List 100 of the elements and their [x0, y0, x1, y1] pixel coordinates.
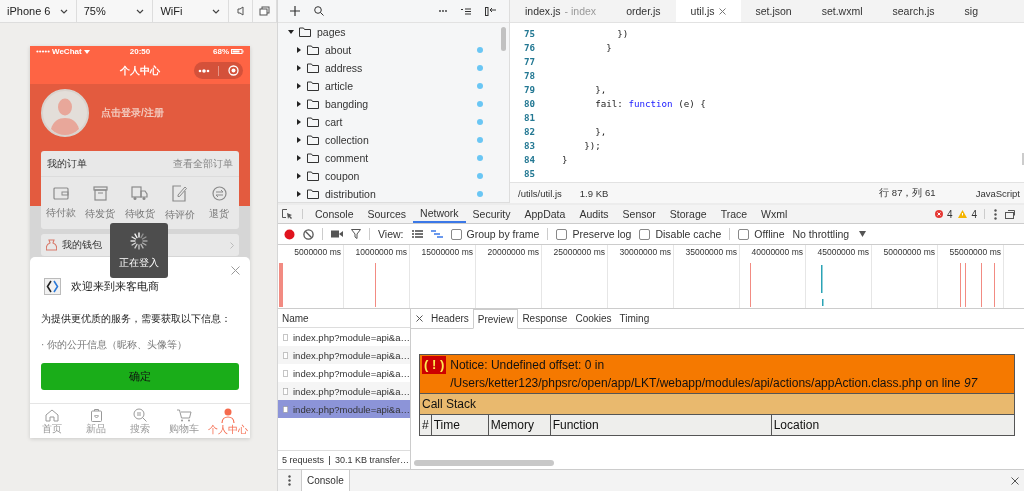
refund-icon[interactable] — [211, 185, 227, 201]
detail-tab[interactable]: Cookies — [571, 309, 616, 328]
checkbox-label[interactable]: Preserve log — [572, 228, 632, 240]
close-icon[interactable] — [416, 315, 423, 322]
devtools-tab[interactable]: Security — [465, 205, 518, 223]
spinner-icon — [130, 231, 148, 250]
request-row[interactable]: index.php?module=api&a… — [278, 328, 410, 346]
detail-tab[interactable]: Preview — [472, 309, 519, 329]
throttling-select[interactable]: No throttling — [792, 228, 867, 240]
drawer-tab[interactable]: Console — [301, 470, 350, 491]
more-icon[interactable] — [198, 68, 211, 73]
devtools-tab[interactable]: AppData — [517, 205, 573, 223]
order-status-label[interactable]: 待评价 — [164, 207, 195, 222]
record-icon[interactable] — [284, 228, 295, 240]
edit-icon[interactable] — [172, 184, 188, 202]
devtools-tab[interactable]: Wxml — [754, 205, 795, 223]
list-view-icon[interactable] — [411, 230, 423, 238]
transfer-size: 30.1 KB transfer… — [335, 455, 410, 465]
devtools-tab[interactable]: Sources — [360, 205, 414, 223]
tree-item[interactable]: collection — [278, 131, 509, 149]
filter-icon[interactable] — [351, 229, 361, 239]
inspect-icon[interactable] — [282, 208, 293, 220]
tree-item[interactable]: cart — [278, 113, 509, 131]
editor-tab[interactable]: set.wxml — [806, 0, 878, 22]
close-icon[interactable] — [1011, 476, 1019, 485]
page-title: 个人中心 — [120, 63, 160, 78]
line-number: 80 — [523, 97, 537, 109]
clear-icon[interactable] — [303, 228, 314, 240]
close-icon[interactable] — [718, 7, 726, 15]
tree-item[interactable]: bangding — [278, 95, 509, 113]
devtools-tab[interactable]: Sensor — [615, 205, 663, 223]
kebab-menu-icon[interactable] — [994, 208, 997, 220]
editor-tab[interactable]: search.js — [877, 0, 950, 22]
close-target-icon[interactable] — [227, 65, 239, 76]
tree-item[interactable]: address — [278, 59, 509, 77]
checkbox[interactable] — [639, 228, 651, 240]
checkbox[interactable] — [556, 228, 568, 240]
editor-tab[interactable]: set.json — [740, 0, 807, 22]
editor-tab[interactable]: util.js — [675, 0, 741, 22]
code-line: }); — [583, 139, 601, 151]
tree-item[interactable]: comment — [278, 149, 509, 167]
devtools-tab[interactable]: Audits — [572, 205, 616, 223]
tree-item[interactable]: about — [278, 41, 509, 59]
order-status-label[interactable]: 待发货 — [85, 206, 116, 221]
camera-icon[interactable] — [331, 230, 343, 238]
kebab-menu-icon[interactable] — [288, 475, 291, 486]
request-row[interactable]: index.php?module=api&a… — [278, 400, 410, 418]
order-status-label[interactable]: 待收货 — [125, 206, 155, 221]
tree-item[interactable]: pages — [278, 23, 509, 41]
signal-icon — [36, 50, 50, 53]
time-tick: 30000000 ms — [619, 247, 671, 258]
checkbox[interactable] — [450, 228, 462, 240]
collapse-list-icon[interactable] — [461, 7, 471, 15]
detail-tab[interactable]: Response — [518, 309, 572, 328]
tree-item[interactable]: article — [278, 77, 509, 95]
scrollbar-thumb[interactable] — [414, 460, 554, 466]
checkbox[interactable] — [738, 228, 750, 240]
avatar[interactable] — [41, 88, 89, 137]
line-number: 79 — [523, 83, 537, 95]
dock-icon[interactable] — [1005, 209, 1015, 219]
line-number: 75 — [523, 27, 537, 39]
waterfall-view-icon[interactable] — [430, 230, 443, 238]
column-header[interactable]: Name — [278, 309, 410, 328]
confirm-button[interactable]: 确定 — [41, 363, 239, 390]
line-number: 85 — [523, 167, 537, 179]
window-icon[interactable] — [259, 6, 271, 16]
editor-tab[interactable]: order.js — [611, 0, 676, 22]
capsule-menu[interactable] — [194, 62, 243, 79]
checkbox-label[interactable]: Offline — [754, 228, 785, 240]
speaker-icon[interactable] — [236, 6, 245, 16]
request-row[interactable]: index.php?module=api&a… — [278, 364, 410, 382]
caret-icon — [296, 101, 302, 107]
scrollbar-thumb[interactable] — [501, 27, 506, 51]
request-row[interactable]: index.php?module=api&a… — [278, 346, 410, 364]
request-row[interactable]: index.php?module=api&a… — [278, 382, 410, 400]
checkbox-label[interactable]: Group by frame — [466, 228, 540, 240]
tree-item[interactable]: coupon — [278, 167, 509, 185]
box-icon[interactable] — [92, 185, 108, 201]
detail-tab[interactable]: Timing — [615, 309, 654, 328]
truck-icon[interactable] — [131, 185, 149, 201]
detail-tab[interactable]: Headers — [427, 309, 473, 328]
editor-tab[interactable]: index.js - index — [510, 0, 612, 22]
network-select[interactable]: WiFi — [153, 0, 230, 22]
add-icon[interactable] — [290, 6, 300, 16]
line-number: 81 — [523, 111, 537, 123]
devtools-tab[interactable]: Trace — [713, 205, 755, 223]
search-icon[interactable] — [314, 6, 324, 16]
devtools-tab[interactable]: Network — [413, 205, 466, 223]
order-status-label[interactable]: 待付款 — [45, 205, 76, 220]
device-select[interactable]: iPhone 6 — [0, 0, 77, 22]
wallet-icon[interactable] — [52, 186, 69, 200]
zoom-select[interactable]: 75% — [76, 0, 154, 22]
order-status-label[interactable]: 退货 — [209, 206, 230, 221]
folder-icon — [307, 81, 320, 91]
devtools-tab[interactable]: Storage — [662, 205, 714, 223]
panel-collapse-icon[interactable] — [485, 6, 496, 16]
checkbox-label[interactable]: Disable cache — [655, 228, 722, 240]
editor-tab[interactable]: sig — [949, 0, 993, 22]
devtools-tab[interactable]: Console — [308, 205, 361, 223]
tree-item[interactable]: distribution — [278, 185, 509, 202]
